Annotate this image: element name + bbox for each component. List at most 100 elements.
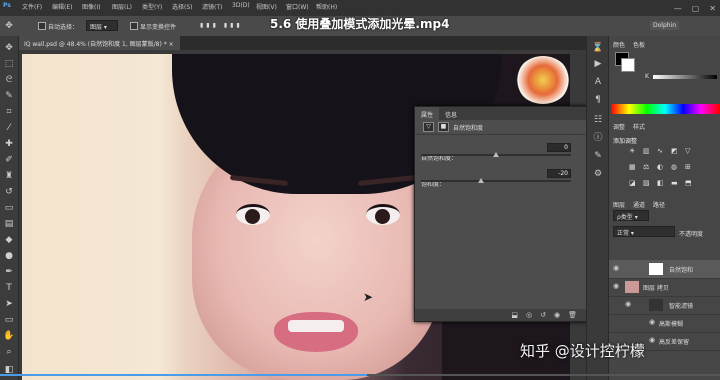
eraser-tool-icon[interactable]: ▭ — [3, 202, 15, 214]
crop-tool-icon[interactable]: ⌗ — [3, 106, 15, 118]
saturation-slider[interactable] — [421, 180, 571, 182]
tab-paths[interactable]: 路径 — [653, 200, 665, 209]
menu-edit[interactable]: 编辑(E) — [52, 2, 72, 11]
actions-icon[interactable]: ▶ — [592, 58, 604, 70]
layer-row[interactable]: ◉ 自然饱和 — [609, 260, 720, 279]
exposure-icon[interactable]: ◩ — [671, 148, 678, 155]
pen-tool-icon[interactable]: ✒ — [3, 266, 15, 278]
background-color-swatch[interactable] — [621, 58, 635, 72]
shape-tool-icon[interactable]: ▭ — [3, 314, 15, 326]
blur-tool-icon[interactable]: ◆ — [3, 234, 15, 246]
tab-swatches[interactable]: 色板 — [633, 40, 645, 49]
path-select-tool-icon[interactable]: ➤ — [3, 298, 15, 310]
k-slider[interactable] — [653, 75, 717, 79]
blend-mode-dropdown[interactable]: 正常 ▾ — [613, 226, 675, 237]
gradient-tool-icon[interactable]: ▤ — [3, 218, 15, 230]
menu-window[interactable]: 窗口(W) — [286, 2, 309, 11]
quick-select-tool-icon[interactable]: ✎ — [3, 90, 15, 102]
lasso-tool-icon[interactable]: ᘓ — [3, 74, 15, 86]
info-icon[interactable]: ⓘ — [592, 132, 604, 144]
move-tool-icon[interactable]: ✥ — [3, 20, 15, 32]
stamp-tool-icon[interactable]: ♜ — [3, 170, 15, 182]
saturation-input[interactable]: -20 — [547, 169, 571, 178]
tab-properties[interactable]: 属性 — [415, 107, 440, 120]
tab-adjustments[interactable]: 调整 — [613, 122, 625, 131]
reset-icon[interactable]: ↺ — [540, 311, 546, 319]
channel-mixer-icon[interactable]: ⊞ — [685, 164, 692, 171]
healing-tool-icon[interactable]: ✚ — [3, 138, 15, 150]
layer-row[interactable]: ◉ 高斯模糊 — [609, 314, 720, 333]
visibility-eye-icon[interactable]: ◉ — [625, 300, 631, 308]
levels-icon[interactable]: ▥ — [643, 148, 650, 155]
zoom-tool-icon[interactable]: ⌕ — [3, 346, 15, 358]
color-spectrum[interactable] — [611, 104, 719, 114]
threshold-icon[interactable]: ◧ — [657, 180, 664, 187]
marquee-tool-icon[interactable]: ⬚ — [3, 58, 15, 70]
brightness-icon[interactable]: ☀ — [629, 148, 636, 155]
move-tool-icon[interactable]: ✥ — [3, 42, 15, 54]
tab-color[interactable]: 颜色 — [613, 40, 625, 49]
visibility-icon[interactable]: ◉ — [554, 311, 560, 319]
hue-sat-icon[interactable]: ▦ — [629, 164, 636, 171]
menu-layer[interactable]: 图层(L) — [112, 2, 132, 11]
visibility-eye-icon[interactable]: ◉ — [613, 264, 619, 272]
tab-info[interactable]: 信息 — [439, 107, 463, 120]
menu-file[interactable]: 文件(F) — [22, 2, 42, 11]
menu-type[interactable]: 类型(Y) — [142, 2, 162, 11]
maximize-button[interactable]: ▢ — [692, 4, 700, 13]
tab-layers[interactable]: 图层 — [613, 200, 625, 209]
eyedropper-tool-icon[interactable]: ⁄ — [3, 122, 15, 134]
delete-icon[interactable]: 🗑 — [568, 311, 577, 319]
auto-select-checkbox[interactable] — [38, 22, 46, 30]
minimize-button[interactable]: — — [674, 4, 682, 13]
properties-icon[interactable]: ☷ — [592, 114, 604, 126]
history-icon[interactable]: ⌛ — [592, 42, 604, 54]
vibrance-input[interactable]: 0 — [547, 143, 571, 152]
tab-close-icon[interactable]: × — [169, 41, 174, 48]
dodge-tool-icon[interactable]: ● — [3, 250, 15, 262]
photo-filter-icon[interactable]: ◍ — [671, 164, 678, 171]
history-brush-icon[interactable]: ↺ — [3, 186, 15, 198]
visibility-eye-icon[interactable]: ◉ — [649, 336, 655, 344]
paragraph-icon[interactable]: ¶ — [592, 94, 604, 106]
view-previous-icon[interactable]: ◎ — [526, 311, 532, 319]
tab-styles[interactable]: 样式 — [633, 122, 645, 131]
curves-icon[interactable]: ∿ — [657, 148, 664, 155]
brush-tool-icon[interactable]: ✐ — [3, 154, 15, 166]
document-tab[interactable]: IQ wall.psd @ 48.4% (自然饱和度 1, 图层蒙版/8) * … — [18, 36, 180, 50]
vibrance-icon[interactable]: ▽ — [685, 148, 692, 155]
menu-filter[interactable]: 滤镜(T) — [202, 2, 222, 11]
vibrance-slider-thumb[interactable] — [493, 152, 499, 157]
show-transform-checkbox[interactable] — [130, 22, 138, 30]
menu-help[interactable]: 帮助(H) — [316, 2, 337, 11]
auto-select-dropdown[interactable]: 图层 ▾ — [86, 20, 118, 31]
menu-3d[interactable]: 3D(D) — [232, 2, 250, 9]
posterize-icon[interactable]: ▨ — [643, 180, 650, 187]
clone-source-icon[interactable]: ⚙ — [592, 168, 604, 180]
menu-image[interactable]: 图像(I) — [82, 2, 100, 11]
visibility-eye-icon[interactable]: ◉ — [613, 282, 619, 290]
gradient-map-icon[interactable]: ▬ — [671, 180, 678, 187]
saturation-slider-thumb[interactable] — [478, 178, 484, 183]
invert-icon[interactable]: ◪ — [629, 180, 636, 187]
visibility-eye-icon[interactable]: ◉ — [649, 318, 655, 326]
menu-select[interactable]: 选择(S) — [172, 2, 193, 11]
clip-to-layer-icon[interactable]: ⬓ — [511, 311, 518, 319]
layer-kind-filter[interactable]: ρ类型 ▾ — [613, 210, 649, 221]
type-tool-icon[interactable]: T — [3, 282, 15, 294]
layer-row[interactable]: ◉ 智能滤镜 — [609, 296, 720, 315]
workspace-switcher[interactable]: Dolphin — [650, 21, 680, 30]
close-button[interactable]: ✕ — [709, 4, 716, 13]
layer-row[interactable]: ◉ 图层 拷贝 — [609, 278, 720, 297]
color-balance-icon[interactable]: ⚖ — [643, 164, 650, 171]
menu-view[interactable]: 视图(V) — [256, 2, 277, 11]
hand-tool-icon[interactable]: ✋ — [3, 330, 15, 342]
layer-mask-icon[interactable]: ■ — [438, 122, 449, 132]
selective-color-icon[interactable]: ⬒ — [685, 180, 692, 187]
video-progress-bar[interactable] — [0, 374, 720, 376]
align-icons[interactable]: ▮▮▮ ▮▮▮ — [200, 22, 243, 29]
character-icon[interactable]: A — [592, 76, 604, 88]
tab-channels[interactable]: 通道 — [633, 200, 645, 209]
bw-icon[interactable]: ◐ — [657, 164, 664, 171]
brush-panel-icon[interactable]: ✎ — [592, 150, 604, 162]
